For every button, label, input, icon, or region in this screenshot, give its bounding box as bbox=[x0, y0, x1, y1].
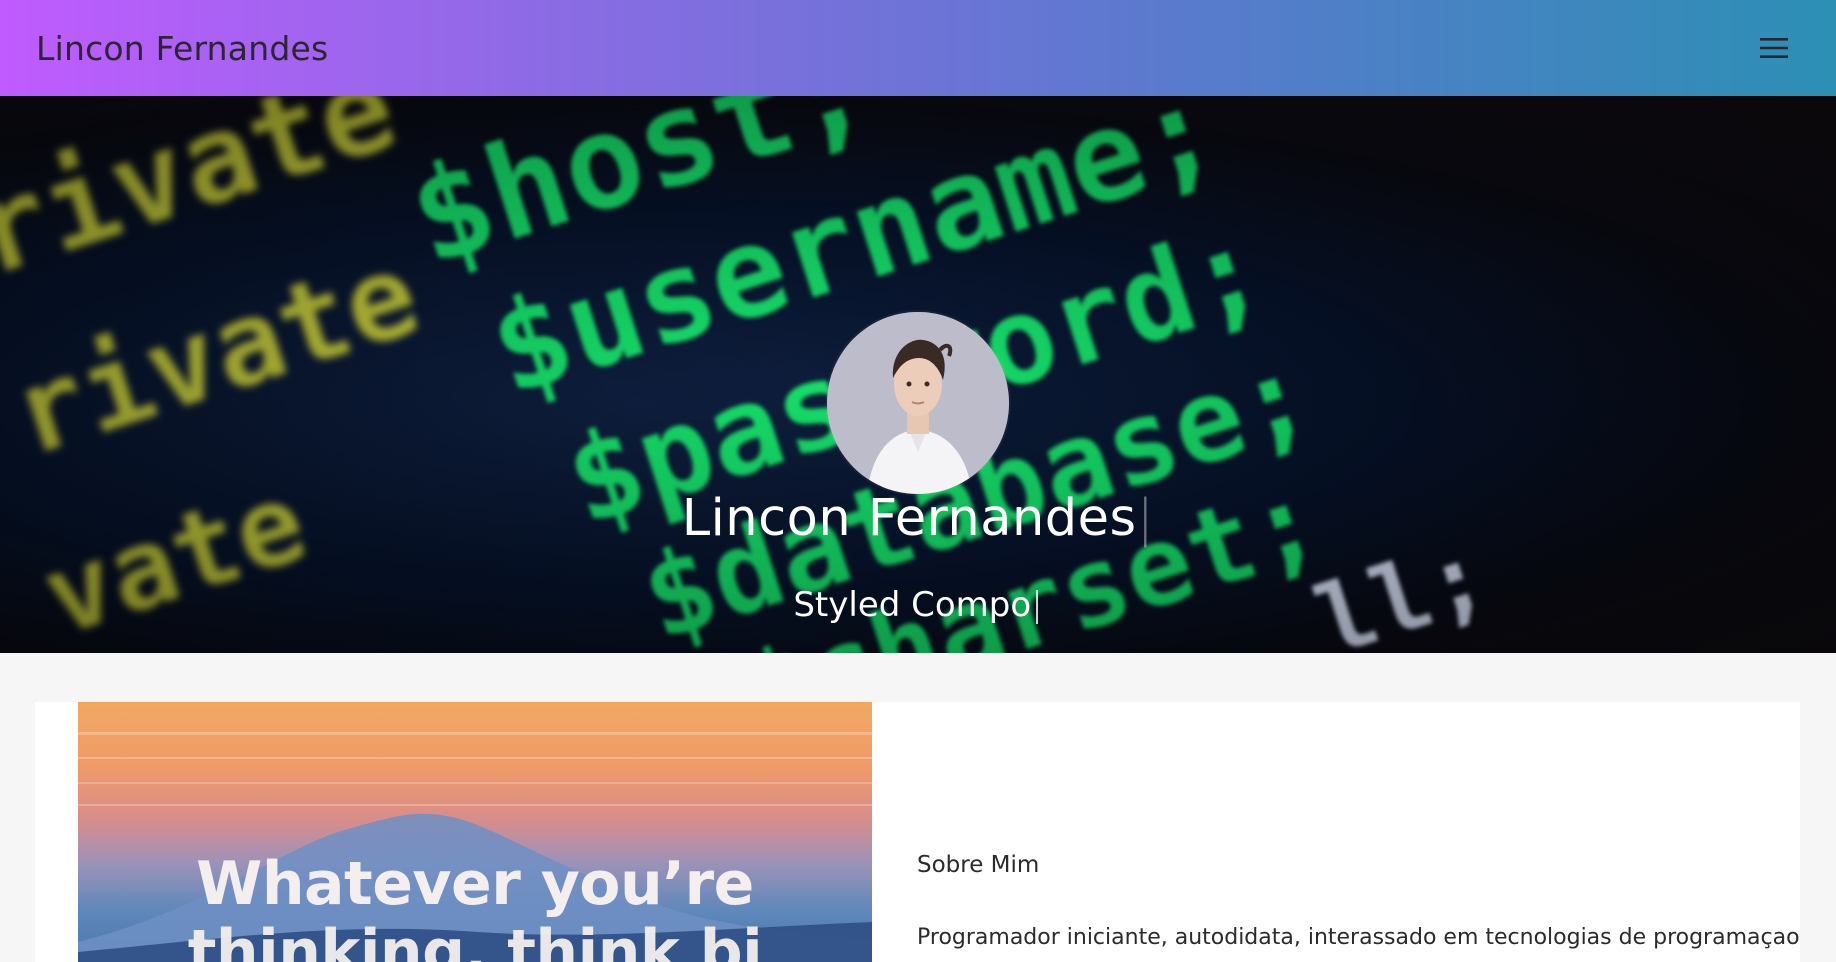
typed-subtitle-text: Styled Compo bbox=[793, 585, 1032, 625]
app-bar: Lincon Fernandes bbox=[0, 0, 1836, 96]
about-title: Sobre Mim bbox=[917, 852, 1040, 878]
hero-banner: rivate rivate vate $host; $username; $pa… bbox=[0, 96, 1836, 653]
hero-typed-subtitle: Styled Compo| bbox=[0, 585, 1836, 625]
hero-name-text: Lincon Fernandes bbox=[681, 489, 1137, 548]
typing-caret: | bbox=[1136, 489, 1155, 548]
profile-photo bbox=[827, 312, 1009, 494]
hero-name: Lincon Fernandes| bbox=[0, 489, 1836, 548]
menu-button[interactable] bbox=[1752, 26, 1796, 70]
brand-title[interactable]: Lincon Fernandes bbox=[36, 29, 328, 68]
promo-image: Whatever you’re thinking, think bi bbox=[78, 702, 872, 962]
about-description: Programador iniciante, autodidata, inter… bbox=[917, 925, 1800, 950]
promo-quote: Whatever you’re thinking, think bi bbox=[78, 850, 872, 962]
promo-line-1: Whatever you’re bbox=[196, 849, 754, 919]
profile-avatar bbox=[827, 312, 1009, 494]
hamburger-menu-icon bbox=[1760, 38, 1788, 58]
promo-line-2: thinking, think bi bbox=[187, 917, 763, 962]
typing-caret-subtitle: | bbox=[1031, 585, 1043, 625]
